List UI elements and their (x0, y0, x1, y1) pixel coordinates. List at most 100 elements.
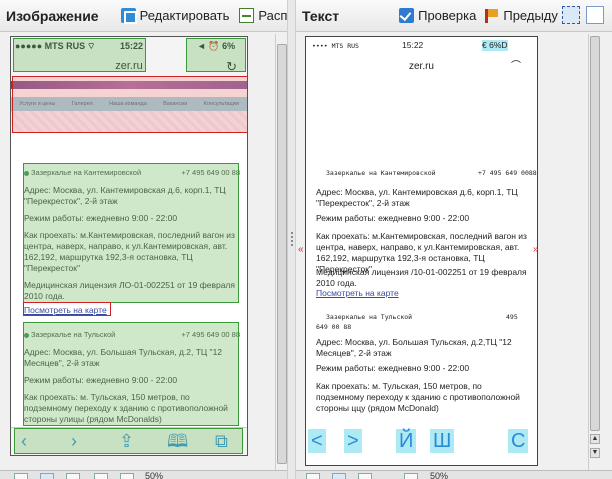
fit-width-button[interactable] (40, 473, 54, 479)
verify-label: Проверка (418, 8, 477, 23)
recognize-button[interactable]: Расп (239, 8, 287, 23)
tv-nav-book[interactable]: Ш (430, 429, 455, 453)
scroll-down-arrow[interactable]: ▼ (590, 448, 600, 458)
splitter-grip-dot (291, 236, 293, 238)
edit-icon (120, 8, 137, 24)
reload-icon: ↻ (226, 59, 237, 74)
source-image[interactable]: ●●●●● MTS RUS ⌔ 15:22 ◄ ⏰ 6% zer.ru ↻ Ус… (10, 36, 248, 456)
tv-clinic1-hours[interactable]: Режим работы: ежедневно 9:00 - 22:00 (316, 213, 530, 224)
image-pane-statusbar: 50% (0, 470, 287, 479)
right-margin-marker: » (533, 244, 539, 255)
tv-map-link[interactable]: Посмотреть на карте (316, 288, 399, 299)
splitter-grip-dot (291, 240, 293, 242)
splitter-grip-dot (291, 232, 293, 234)
clinic1-header: Зазеркалье на Кантемировской +7 495 649 … (24, 167, 240, 179)
tv-clinic1-address[interactable]: Адрес: Москва, ул. Кантемировская д.6, к… (316, 187, 530, 209)
fit-page-button[interactable] (586, 6, 604, 24)
clinic-bullet-icon (24, 170, 29, 176)
tv-clinic1-license[interactable]: Медицинская лицензия /10-01-002251 от 19… (316, 267, 530, 289)
site-banner: Услуги и цены Галерея Наша команда Вакан… (11, 77, 247, 133)
tv-nav-back[interactable]: < (308, 429, 326, 453)
clinic1-name: Зазеркалье на Кантемировской (31, 168, 142, 177)
recognized-text-page[interactable]: •••• MTS RUS 15:22 € 6%D zer.ru ⌒ Зазерк… (305, 36, 538, 466)
clinic2-phone: +7 495 649 00 88 (181, 330, 240, 339)
bookmarks-icon[interactable]: 🕮 (167, 431, 188, 451)
tv-clinic2-hours[interactable]: Режим работы: ежедневно 9:00 - 22:00 (316, 363, 530, 374)
tv-status-right[interactable]: € 6%D (482, 40, 508, 51)
share-icon[interactable]: ⇪ (119, 431, 134, 451)
clinic2-address: Адрес: Москва, ул. Большая Тульская, д.2… (24, 347, 223, 368)
edit-image-label: Редактировать (139, 8, 230, 23)
tabs-icon[interactable]: ⧉ (215, 431, 228, 451)
tv-clinic2-address[interactable]: Адрес: Москва, ул. Большая Тульская, д.2… (316, 337, 530, 359)
site-nav-item: Консультации (203, 101, 239, 107)
zoom-in-button[interactable] (120, 473, 134, 479)
clinic1-license: Медицинская лицензия ЛО-01-002251 от 19 … (24, 280, 235, 301)
tv-url[interactable]: zer.ru (306, 61, 537, 72)
tv-clinic2-phone-b[interactable]: 649 00 88 (316, 322, 351, 333)
left-margin-marker: « (298, 244, 304, 255)
page-view-button[interactable] (14, 473, 28, 479)
carrier-text: ●●●●● MTS RUS (15, 41, 86, 51)
site-nav-item: Наша команда (109, 101, 147, 107)
clock-text: 15:22 (120, 41, 144, 51)
zoom-out-button[interactable] (404, 473, 418, 479)
clinic1-block: Зазеркалье на Кантемировской +7 495 649 … (24, 167, 240, 316)
back-icon[interactable]: ‹ (21, 431, 27, 451)
recognize-label: Расп (258, 8, 287, 23)
verify-icon (399, 8, 415, 23)
fit-width-button[interactable] (332, 473, 346, 479)
zoom-out-button[interactable] (94, 473, 108, 479)
fit-page-button[interactable] (66, 473, 80, 479)
text-pane-statusbar: 50% (296, 470, 612, 479)
tv-status-left[interactable]: •••• MTS RUS (312, 41, 359, 52)
map-link[interactable]: Посмотреть на карте (24, 305, 240, 316)
tv-nav-tabs[interactable]: С (508, 429, 529, 453)
site-nav-item: Вакансии (163, 101, 188, 107)
wifi-icon: ⌔ (87, 41, 96, 51)
tv-nav-share[interactable]: Й (396, 429, 417, 453)
text-zoom-value[interactable]: 50% (430, 471, 448, 479)
tv-nav-forward[interactable]: > (344, 429, 362, 453)
page-view-button[interactable] (306, 473, 320, 479)
tv-clinic1-phone[interactable]: +7 495 649 0088 (478, 168, 537, 179)
ios-status-bar: ●●●●● MTS RUS ⌔ 15:22 ◄ ⏰ 6% (11, 37, 247, 57)
battery-status: ◄ ⏰ 6% (197, 41, 236, 51)
tv-clinic2-directions[interactable]: Как проехать: м. Тульская, 150 метров, п… (316, 381, 530, 414)
safari-address-bar: zer.ru ↻ (11, 57, 247, 77)
site-nav: Услуги и цены Галерея Наша команда Вакан… (11, 97, 247, 111)
tv-clinic1-header[interactable]: Зазеркалье на Кантемировской (326, 168, 436, 179)
tv-time[interactable]: 15:22 (402, 40, 423, 51)
edit-image-button[interactable]: Редактировать (120, 8, 230, 24)
clinic1-address: Адрес: Москва, ул. Кантемировская д.6, к… (24, 185, 226, 206)
previous-flag-icon (484, 8, 499, 23)
clinic2-name: Зазеркалье на Тульской (31, 330, 116, 339)
image-zoom-value[interactable]: 50% (145, 471, 163, 479)
previous-error-label: Предыду (503, 8, 558, 23)
fit-page-button[interactable] (358, 473, 372, 479)
clinic2-hours: Режим работы: ежедневно 9:00 - 22:00 (24, 375, 178, 385)
image-pane-scrollbar[interactable] (275, 34, 287, 470)
clinic2-header: Зазеркалье на Тульской +7 495 649 00 88 (24, 329, 240, 341)
image-pane-toolbar: Изображение Редактировать Расп (0, 0, 287, 32)
select-area-button[interactable] (562, 6, 580, 24)
text-pane-title: Текст (302, 7, 340, 24)
scroll-thumb[interactable] (277, 44, 287, 464)
pane-splitter[interactable] (287, 0, 296, 479)
banner-purple-strip (11, 81, 247, 89)
scroll-up-arrow[interactable]: ▲ (590, 434, 600, 444)
verify-button[interactable]: Проверка (399, 8, 476, 23)
safari-toolbar: ‹ › ⇪ 🕮 ⧉ (11, 427, 247, 455)
scroll-thumb[interactable] (590, 36, 600, 431)
clinic1-directions: Как проехать: м.Кантемировская, последни… (24, 230, 235, 273)
previous-error-button[interactable]: Предыду (484, 8, 558, 23)
site-nav-item: Услуги и цены (19, 101, 56, 107)
forward-icon[interactable]: › (71, 431, 77, 451)
clinic1-phone: +7 495 649 00 88 (181, 168, 240, 177)
image-pane-title: Изображение (6, 7, 99, 24)
text-pane-scrollbar[interactable]: ▲ ▼ (588, 34, 600, 470)
tv-reload-glyph: ⌒ (511, 61, 521, 72)
url-text: zer.ru (115, 60, 143, 72)
clinic2-block: Зазеркалье на Тульской +7 495 649 00 88 … (24, 329, 240, 425)
tv-clinic2-phone-a[interactable]: 495 (506, 312, 518, 323)
